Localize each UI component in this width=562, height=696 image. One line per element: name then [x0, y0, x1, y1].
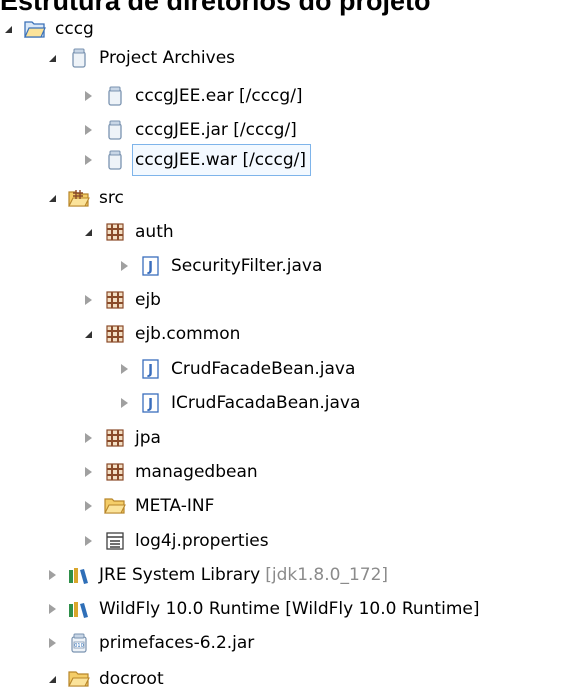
source-folder-icon	[68, 187, 90, 209]
tree-node-src[interactable]: src	[46, 181, 128, 215]
library-icon	[68, 598, 90, 620]
svg-text:010: 010	[74, 643, 84, 649]
node-label: cccgJEE.ear [/cccg/]	[135, 86, 303, 106]
tree-node-ejb[interactable]: ejb	[82, 283, 165, 317]
library-icon	[68, 564, 90, 586]
tree-node-icrudfacadabean[interactable]: J ICrudFacadaBean.java	[118, 386, 364, 420]
node-label: auth	[135, 222, 174, 242]
expand-toggle[interactable]	[82, 455, 94, 489]
package-icon	[104, 427, 126, 449]
svg-text:J: J	[147, 397, 153, 412]
node-label: SecurityFilter.java	[171, 256, 323, 276]
node-label: managedbean	[135, 462, 258, 482]
expand-toggle[interactable]	[46, 626, 58, 660]
tree-node-managedbean[interactable]: managedbean	[82, 455, 262, 489]
expand-toggle[interactable]	[118, 352, 130, 386]
node-label: Project Archives	[99, 48, 236, 68]
tree-node-meta-inf[interactable]: META-INF	[82, 489, 218, 523]
expand-toggle[interactable]	[82, 489, 94, 523]
tree-node-securityfilter[interactable]: J SecurityFilter.java	[118, 249, 326, 283]
node-label: CrudFacadeBean.java	[171, 359, 356, 379]
expand-toggle[interactable]	[118, 249, 130, 283]
properties-file-icon	[104, 530, 126, 552]
node-label: ICrudFacadaBean.java	[171, 393, 361, 413]
java-file-icon: J	[140, 392, 162, 414]
package-icon	[104, 289, 126, 311]
archive-jar-icon	[68, 47, 90, 69]
folder-icon	[104, 495, 126, 517]
expand-toggle[interactable]	[82, 317, 94, 351]
node-label: primefaces-6.2.jar	[99, 633, 255, 653]
expand-toggle[interactable]	[82, 524, 94, 558]
tree-node-wildfly-runtime[interactable]: WildFly 10.0 Runtime [WildFly 10.0 Runti…	[46, 592, 483, 626]
svg-text:J: J	[147, 260, 153, 275]
expand-toggle[interactable]	[46, 592, 58, 626]
tree-node-project-archives[interactable]: Project Archives	[46, 41, 239, 75]
node-label: src	[99, 188, 124, 208]
tree-node-ear[interactable]: cccgJEE.ear [/cccg/]	[82, 79, 307, 113]
expand-toggle[interactable]	[82, 79, 94, 113]
java-file-icon: J	[140, 255, 162, 277]
package-icon	[104, 461, 126, 483]
node-label: JRE System Library	[99, 565, 261, 585]
expand-toggle[interactable]	[82, 283, 94, 317]
node-label: docroot	[99, 669, 164, 689]
tree-node-jre-library[interactable]: JRE System Library [jdk1.8.0_172]	[46, 558, 392, 592]
node-label: cccgJEE.war [/cccg/]	[135, 150, 306, 170]
expand-toggle[interactable]	[46, 181, 58, 215]
node-label: log4j.properties	[135, 531, 269, 551]
folder-icon	[68, 668, 90, 690]
svg-text:J: J	[147, 363, 153, 378]
archive-jar-icon	[104, 85, 126, 107]
tree-node-ejb-common[interactable]: ejb.common	[82, 317, 244, 351]
archive-jar-icon	[104, 149, 126, 171]
expand-toggle[interactable]	[46, 662, 58, 696]
binary-jar-icon: 010	[68, 632, 90, 654]
tree-node-log4j[interactable]: log4j.properties	[82, 524, 273, 558]
node-label: ejb	[135, 290, 161, 310]
expand-toggle[interactable]	[2, 12, 14, 46]
tree-node-docroot[interactable]: docroot	[46, 662, 168, 696]
node-label: cccg	[55, 19, 94, 39]
node-label: WildFly 10.0 Runtime [WildFly 10.0 Runti…	[99, 599, 480, 619]
project-folder-icon	[24, 18, 46, 40]
expand-toggle[interactable]	[46, 41, 58, 75]
package-icon	[104, 221, 126, 243]
expand-toggle[interactable]	[82, 143, 94, 177]
tree-node-jpa[interactable]: jpa	[82, 421, 165, 455]
node-decoration: [jdk1.8.0_172]	[265, 565, 389, 585]
node-label: META-INF	[135, 496, 215, 516]
node-label: ejb.common	[135, 324, 241, 344]
expand-toggle[interactable]	[82, 421, 94, 455]
node-label: cccgJEE.jar [/cccg/]	[135, 120, 297, 140]
node-label: jpa	[135, 428, 161, 448]
expand-toggle[interactable]	[82, 113, 94, 147]
tree-node-war[interactable]: cccgJEE.war [/cccg/]	[82, 143, 311, 177]
java-file-icon: J	[140, 358, 162, 380]
tree-node-crudfacadebean[interactable]: J CrudFacadeBean.java	[118, 352, 359, 386]
package-icon	[104, 323, 126, 345]
archive-jar-icon	[104, 119, 126, 141]
tree-node-auth[interactable]: auth	[82, 215, 178, 249]
tree-node-primefaces[interactable]: 010 primefaces-6.2.jar	[46, 626, 258, 660]
expand-toggle[interactable]	[82, 215, 94, 249]
tree-node-jar[interactable]: cccgJEE.jar [/cccg/]	[82, 113, 301, 147]
expand-toggle[interactable]	[46, 558, 58, 592]
expand-toggle[interactable]	[118, 386, 130, 420]
